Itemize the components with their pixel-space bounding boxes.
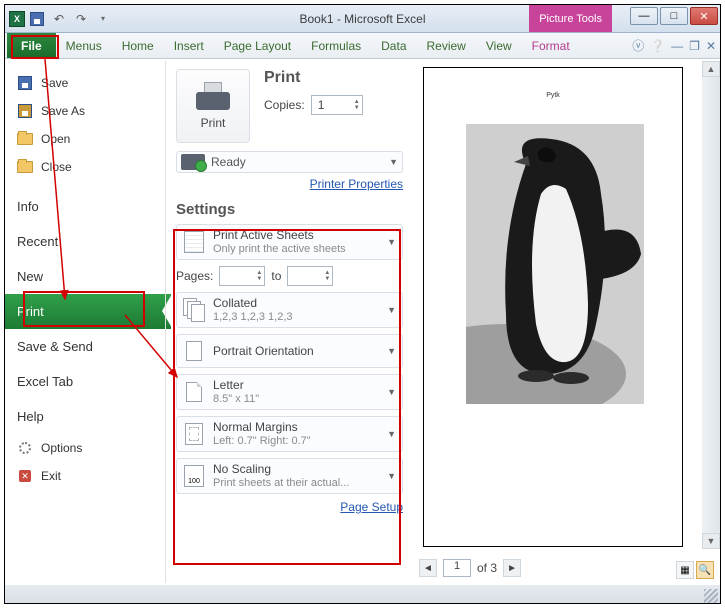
chevron-down-icon: ▼	[387, 305, 396, 315]
nav-recent[interactable]: Recent	[5, 224, 165, 259]
nav-save-as[interactable]: Save As	[5, 97, 165, 125]
preview-scrollbar[interactable]: ▲ ▼	[702, 61, 720, 549]
chevron-down-icon: ▼	[389, 157, 398, 167]
qat-customize-icon[interactable]: ▾	[93, 9, 113, 29]
tab-data[interactable]: Data	[371, 33, 416, 58]
collate-icon	[183, 298, 205, 322]
printer-icon	[194, 82, 232, 112]
tab-review[interactable]: Review	[417, 33, 476, 58]
copies-spinner[interactable]: 1 ▲▼	[311, 95, 363, 115]
chevron-down-icon: ▼	[387, 387, 396, 397]
nav-save-send[interactable]: Save & Send	[5, 329, 165, 364]
show-margins-button[interactable]: ▦	[676, 561, 694, 579]
opt-print-what[interactable]: Print Active SheetsOnly print the active…	[176, 224, 403, 260]
print-preview: Pytk ▲ ▼	[413, 61, 720, 583]
tab-home[interactable]: Home	[112, 33, 164, 58]
nav-print[interactable]: Print	[5, 294, 171, 329]
title-bar: X ↶ ↷ ▾ Book1 - Microsoft Excel Picture …	[5, 5, 720, 33]
preview-sheet-label: Pytk	[424, 92, 682, 99]
preview-pager: ◄ 1 of 3 ►	[413, 553, 720, 583]
paper-icon	[186, 382, 202, 402]
printer-status-icon	[181, 154, 205, 170]
help-icon[interactable]: ❔	[650, 39, 665, 53]
page-total-label: of 3	[477, 561, 497, 575]
nav-options[interactable]: Options	[5, 434, 165, 462]
tab-view[interactable]: View	[476, 33, 522, 58]
nav-new[interactable]: New	[5, 259, 165, 294]
next-page-button[interactable]: ►	[503, 559, 521, 577]
nav-save[interactable]: Save	[5, 69, 165, 97]
nav-excel-tab[interactable]: Excel Tab	[5, 364, 165, 399]
print-button[interactable]: Print	[176, 69, 250, 143]
nav-open[interactable]: Open	[5, 125, 165, 153]
chevron-down-icon: ▼	[387, 471, 396, 481]
opt-paper-size[interactable]: Letter8.5" x 11" ▼	[176, 374, 403, 410]
pages-from-spinner[interactable]: ▲▼	[219, 266, 265, 286]
status-bar	[5, 585, 720, 603]
print-settings-panel: Print Print Copies: 1 ▲▼ Ready ▼	[165, 61, 413, 583]
pages-label: Pages:	[176, 269, 213, 283]
backstage-nav: Save Save As Open Close Info Recent New …	[5, 61, 165, 583]
tab-file[interactable]: File	[7, 33, 56, 58]
preview-image	[466, 124, 644, 404]
nav-help[interactable]: Help	[5, 399, 165, 434]
sheet-icon	[184, 231, 204, 253]
pages-to-label: to	[271, 269, 281, 283]
scroll-down-icon[interactable]: ▼	[702, 533, 720, 549]
tab-insert[interactable]: Insert	[164, 33, 214, 58]
qat-undo-icon[interactable]: ↶	[49, 9, 69, 29]
settings-heading: Settings	[176, 201, 403, 218]
exit-icon: ✕	[19, 470, 31, 482]
maximize-button[interactable]: □	[660, 7, 688, 25]
mdi-restore-icon[interactable]: ❐	[689, 39, 700, 53]
opt-scaling[interactable]: 100 No ScalingPrint sheets at their actu…	[176, 458, 403, 494]
scaling-icon: 100	[184, 465, 204, 487]
printer-selector[interactable]: Ready ▼	[176, 151, 403, 173]
tab-format[interactable]: Format	[522, 33, 580, 58]
scroll-up-icon[interactable]: ▲	[702, 61, 720, 77]
minimize-button[interactable]: —	[630, 7, 658, 25]
prev-page-button[interactable]: ◄	[419, 559, 437, 577]
printer-properties-link[interactable]: Printer Properties	[176, 177, 403, 191]
ribbon-minimize-icon[interactable]: ⓥ	[632, 37, 644, 54]
gear-icon	[19, 442, 31, 454]
mdi-min-icon[interactable]: —	[671, 39, 683, 53]
pages-to-spinner[interactable]: ▲▼	[287, 266, 333, 286]
portrait-icon	[186, 341, 202, 361]
close-button[interactable]: ✕	[690, 7, 718, 25]
preview-page: Pytk	[423, 67, 683, 547]
page-setup-link[interactable]: Page Setup	[176, 500, 403, 514]
tab-menus[interactable]: Menus	[56, 33, 112, 58]
chevron-down-icon: ▼	[387, 429, 396, 439]
nav-exit[interactable]: ✕Exit	[5, 462, 165, 490]
opt-collation[interactable]: Collated1,2,3 1,2,3 1,2,3 ▼	[176, 292, 403, 328]
margins-icon	[185, 423, 203, 445]
nav-info[interactable]: Info	[5, 189, 165, 224]
qat-save-icon[interactable]	[27, 9, 47, 29]
mdi-close-icon[interactable]: ✕	[706, 39, 716, 53]
app-icon[interactable]: X	[9, 11, 25, 27]
resize-grip[interactable]	[704, 589, 718, 603]
opt-orientation[interactable]: Portrait Orientation ▼	[176, 334, 403, 368]
tab-formulas[interactable]: Formulas	[301, 33, 371, 58]
chevron-down-icon: ▼	[387, 346, 396, 356]
contextual-tab-picture-tools[interactable]: Picture Tools	[529, 5, 612, 32]
print-heading: Print	[264, 69, 363, 87]
tab-page-layout[interactable]: Page Layout	[214, 33, 301, 58]
nav-close[interactable]: Close	[5, 153, 165, 181]
copies-label: Copies:	[264, 98, 305, 112]
page-number-input[interactable]: 1	[443, 559, 471, 577]
zoom-to-page-button[interactable]: 🔍	[696, 561, 714, 579]
ribbon: File Menus Home Insert Page Layout Formu…	[5, 33, 720, 59]
chevron-down-icon: ▼	[387, 237, 396, 247]
qat-redo-icon[interactable]: ↷	[71, 9, 91, 29]
opt-margins[interactable]: Normal MarginsLeft: 0.7" Right: 0.7" ▼	[176, 416, 403, 452]
